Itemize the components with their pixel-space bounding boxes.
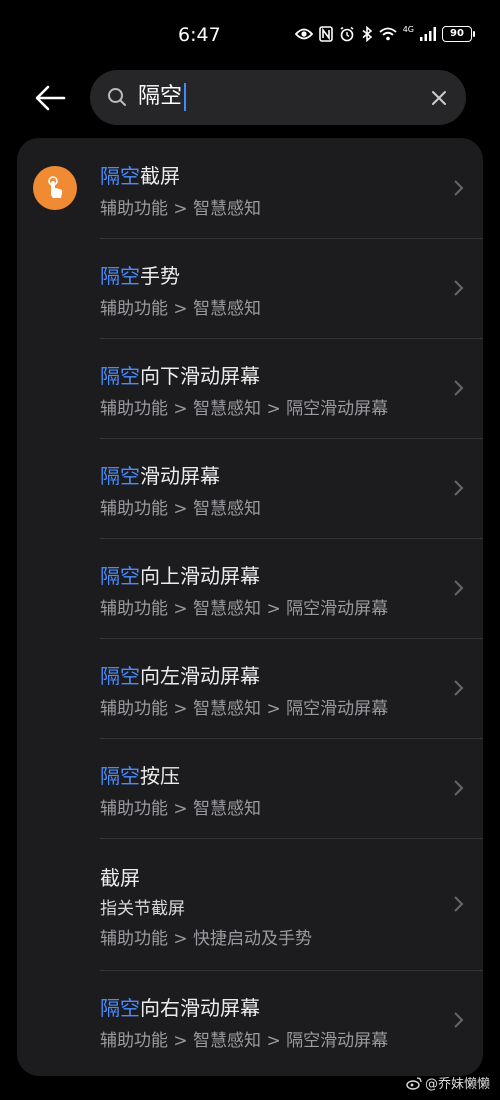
result-item-air-swipe-right[interactable]: 隔空向右滑动屏幕 辅助功能 > 智慧感知 > 隔空滑动屏幕: [17, 970, 483, 1070]
battery-icon: 90: [442, 26, 475, 42]
result-path: 辅助功能 > 智慧感知 > 隔空滑动屏幕: [100, 699, 389, 719]
search-query: 隔空: [138, 84, 183, 109]
signal-icon: [420, 27, 436, 41]
result-title-rest: 向右滑动屏幕: [140, 996, 260, 1020]
result-path: 辅助功能 > 智慧感知 > 隔空滑动屏幕: [100, 399, 389, 419]
result-title-rest: 截屏: [140, 164, 180, 188]
result-title: 隔空向上滑动屏幕: [100, 560, 260, 589]
wifi-icon: [379, 27, 397, 41]
chevron-right-icon: [454, 380, 464, 396]
result-title: 隔空向左滑动屏幕: [100, 660, 260, 689]
search-results-list: 隔空截屏 辅助功能 > 智慧感知 隔空手势 辅助功能 > 智慧感知 隔空向下滑动…: [17, 138, 483, 1076]
watermark-text: @乔妹懒懒: [424, 1077, 490, 1092]
result-path: 辅助功能 > 快捷启动及手势: [100, 929, 313, 949]
result-title-rest: 向左滑动屏幕: [140, 664, 260, 688]
chevron-right-icon: [454, 780, 464, 796]
result-title: 隔空按压: [100, 760, 180, 789]
result-title: 隔空截屏: [100, 160, 180, 189]
back-arrow-icon[interactable]: [30, 78, 70, 118]
weibo-logo-icon: [406, 1076, 422, 1090]
result-description: 指关节截屏: [100, 899, 185, 919]
result-item-air-press[interactable]: 隔空按压 辅助功能 > 智慧感知: [17, 738, 483, 838]
result-item-air-swipe-down[interactable]: 隔空向下滑动屏幕 辅助功能 > 智慧感知 > 隔空滑动屏幕: [17, 338, 483, 438]
chevron-right-icon: [454, 280, 464, 296]
result-item-air-gesture[interactable]: 隔空手势 辅助功能 > 智慧感知: [17, 238, 483, 338]
result-path: 辅助功能 > 智慧感知: [100, 499, 262, 519]
text-caret: [184, 83, 187, 111]
status-time: 6:47: [178, 24, 221, 46]
result-title-highlight: 隔空: [100, 164, 140, 188]
search-input[interactable]: 隔空: [138, 82, 418, 112]
result-path: 辅助功能 > 智慧感知 > 隔空滑动屏幕: [100, 1031, 389, 1051]
result-title-highlight: 隔空: [100, 664, 140, 688]
chevron-right-icon: [454, 680, 464, 696]
result-title-highlight: 隔空: [100, 564, 140, 588]
status-bar: 6:47 4G 90: [0, 0, 500, 70]
result-item-air-swipe[interactable]: 隔空滑动屏幕 辅助功能 > 智慧感知: [17, 438, 483, 538]
result-title-highlight: 隔空: [100, 464, 140, 488]
result-title-highlight: 隔空: [100, 996, 140, 1020]
result-title: 隔空向右滑动屏幕: [100, 992, 260, 1021]
result-title: 隔空手势: [100, 260, 180, 289]
result-item-air-screenshot[interactable]: 隔空截屏 辅助功能 > 智慧感知: [17, 138, 483, 238]
result-title: 隔空滑动屏幕: [100, 460, 220, 489]
result-path: 辅助功能 > 智慧感知: [100, 299, 262, 319]
result-path: 辅助功能 > 智慧感知: [100, 799, 262, 819]
network-type: 4G: [402, 25, 414, 34]
result-title-rest: 截屏: [100, 866, 140, 890]
search-bar[interactable]: 隔空: [90, 70, 466, 125]
watermark: @乔妹懒懒: [406, 1073, 490, 1092]
result-title: 隔空向下滑动屏幕: [100, 360, 260, 389]
chevron-right-icon: [454, 480, 464, 496]
nfc-icon: [318, 26, 333, 42]
result-title-rest: 向下滑动屏幕: [140, 364, 260, 388]
result-title-rest: 滑动屏幕: [140, 464, 220, 488]
bluetooth-icon: [362, 26, 372, 42]
chevron-right-icon: [454, 580, 464, 596]
result-title-highlight: 隔空: [100, 764, 140, 788]
result-title: 截屏: [100, 862, 140, 891]
result-title-rest: 按压: [140, 764, 180, 788]
result-item-air-swipe-left[interactable]: 隔空向左滑动屏幕 辅助功能 > 智慧感知 > 隔空滑动屏幕: [17, 638, 483, 738]
result-title-rest: 手势: [140, 264, 180, 288]
result-item-air-swipe-up[interactable]: 隔空向上滑动屏幕 辅助功能 > 智慧感知 > 隔空滑动屏幕: [17, 538, 483, 638]
chevron-right-icon: [454, 1012, 464, 1028]
eye-icon: [294, 28, 313, 40]
result-item-knuckle-screenshot[interactable]: 截屏 指关节截屏 辅助功能 > 快捷启动及手势: [17, 838, 483, 970]
chevron-right-icon: [454, 180, 464, 196]
hand-tap-icon: [33, 166, 77, 210]
result-path: 辅助功能 > 智慧感知 > 隔空滑动屏幕: [100, 599, 389, 619]
result-title-highlight: 隔空: [100, 264, 140, 288]
status-icons: 4G 90: [294, 25, 475, 42]
search-icon: [108, 88, 126, 106]
chevron-right-icon: [454, 896, 464, 912]
clear-icon[interactable]: [428, 87, 450, 109]
result-title-rest: 向上滑动屏幕: [140, 564, 260, 588]
alarm-icon: [340, 26, 354, 42]
result-path: 辅助功能 > 智慧感知: [100, 199, 262, 219]
result-title-highlight: 隔空: [100, 364, 140, 388]
